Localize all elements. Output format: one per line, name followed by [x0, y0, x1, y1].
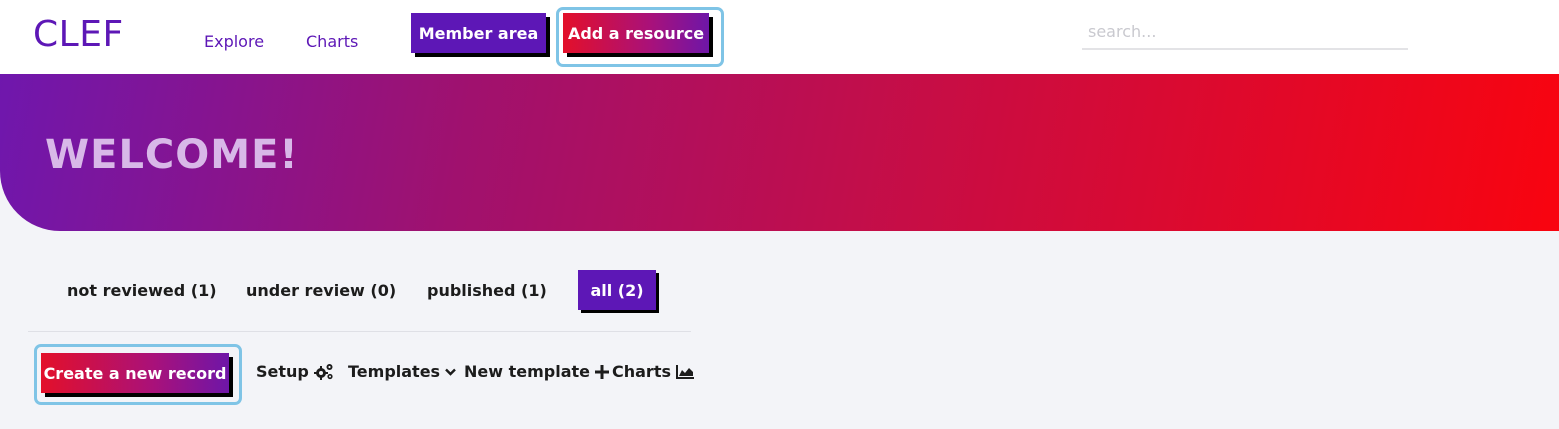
new-template-label: New template [464, 362, 590, 381]
create-record-button[interactable]: Create a new record [41, 353, 229, 393]
tab-all[interactable]: all (2) [578, 270, 656, 310]
area-chart-icon [676, 364, 694, 379]
member-area-button[interactable]: Member area [411, 13, 546, 53]
divider [28, 331, 691, 332]
welcome-banner: WELCOME! [0, 74, 1559, 231]
tab-under-review[interactable]: under review (0) [246, 270, 396, 310]
plus-icon [595, 364, 609, 379]
setup-label: Setup [256, 362, 309, 381]
tab-not-reviewed[interactable]: not reviewed (1) [67, 270, 217, 310]
add-resource-button[interactable]: Add a resource [563, 13, 709, 53]
charts-label: Charts [612, 362, 671, 381]
templates-label: Templates [348, 362, 441, 381]
top-navbar: CLEF Explore Charts Member area Add a re… [0, 0, 1559, 74]
page-title: WELCOME! [45, 132, 299, 178]
new-template-button[interactable]: New template [464, 362, 609, 381]
search-input[interactable] [1082, 14, 1408, 50]
site-logo[interactable]: CLEF [33, 14, 124, 55]
nav-link-charts[interactable]: Charts [306, 32, 358, 51]
setup-button[interactable]: Setup [256, 362, 334, 381]
tab-published[interactable]: published (1) [427, 270, 547, 310]
charts-button[interactable]: Charts [612, 362, 694, 381]
nav-link-explore[interactable]: Explore [204, 32, 264, 51]
chevron-down-icon [445, 368, 456, 376]
templates-dropdown[interactable]: Templates [348, 362, 456, 381]
cogs-icon [313, 363, 334, 381]
